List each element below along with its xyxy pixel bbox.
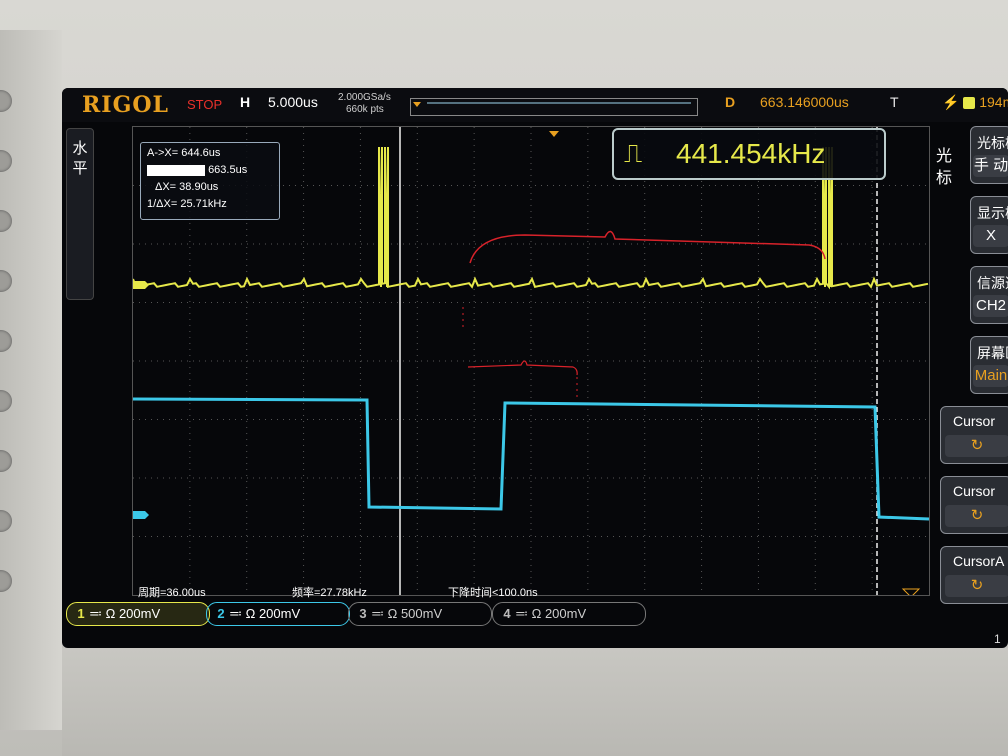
trigger-type-label: T bbox=[890, 94, 899, 110]
cursor-menu: 光标 光标模手 动显示模 X 信源选 CH2 屏幕区 Main Cursor ↻ Cursor ↻… bbox=[930, 126, 1008, 606]
cursor-bx-row: 663.5us bbox=[147, 164, 247, 176]
menu-item-value: CH2 bbox=[973, 295, 1008, 317]
menu-item-value: Main bbox=[973, 365, 1008, 387]
waveform-overview bbox=[410, 98, 698, 116]
sample-rate-value: 2.000GSa/s bbox=[338, 92, 391, 103]
channel-number: 3 bbox=[359, 606, 367, 621]
channel-setting: ≕ Ω 500mV bbox=[371, 606, 443, 621]
scope-screen: RIGOL STOP H 5.000us 2.000GSa/s 660k pts… bbox=[62, 88, 1008, 648]
frequency-counter[interactable]: ⎍ 441.454kHz bbox=[612, 128, 886, 180]
menu-item[interactable]: Cursor ↻ bbox=[940, 476, 1008, 534]
horizontal-tab[interactable]: 水平 bbox=[66, 128, 94, 300]
channel-2-trace bbox=[133, 397, 929, 521]
square-pulse-icon: ⎍ bbox=[624, 138, 643, 168]
bezel-bottom bbox=[62, 648, 1008, 756]
trigger-marker-icon bbox=[413, 102, 421, 107]
side-button[interactable] bbox=[0, 270, 12, 292]
menu-item-title: Cursor bbox=[953, 413, 996, 429]
horizontal-label: H bbox=[240, 94, 251, 110]
annotation-curve bbox=[469, 230, 826, 264]
menu-item[interactable]: 屏幕区 Main bbox=[970, 336, 1008, 394]
side-button[interactable] bbox=[0, 510, 12, 532]
menu-item-value: ↻ bbox=[945, 435, 1008, 457]
status-bar: RIGOL STOP H 5.000us 2.000GSa/s 660k pts… bbox=[62, 88, 1008, 122]
channel-setting: ≕ Ω 200mV bbox=[89, 606, 161, 621]
memory-depth: 660k pts bbox=[346, 104, 384, 115]
menu-item-value: ↻ bbox=[945, 505, 1008, 527]
channel-4-button[interactable]: 4 ≕ Ω 200mV bbox=[492, 602, 646, 626]
channel-setting: ≕ Ω 200mV bbox=[515, 606, 587, 621]
channel-1-badge-icon bbox=[963, 97, 976, 110]
channel-strip: 1 ≕ Ω 200mV 2 ≕ Ω 200mV 3 ≕ Ω 500mV 4 ≕ Ω 200mV bbox=[62, 600, 1008, 628]
cursor-readout-panel: A->X= 644.6us 663.5us ΔX= 38.90us 1/ΔX= … bbox=[140, 142, 280, 220]
menu-item[interactable]: 显示模 X bbox=[970, 196, 1008, 254]
menu-title: 光标 bbox=[936, 148, 953, 187]
trigger-delay-label: D bbox=[725, 94, 736, 110]
menu-item[interactable]: Cursor ↻ bbox=[940, 406, 1008, 464]
menu-item-title: 显示模 bbox=[977, 205, 1008, 221]
scroll-indicator-icon bbox=[901, 588, 921, 595]
channel-2-marker-icon bbox=[133, 511, 149, 519]
cursor-inv-delta: 1/ΔX= 25.71kHz bbox=[147, 198, 227, 210]
side-button[interactable] bbox=[0, 390, 12, 412]
frequency-measurement: 频率=27.78kHz bbox=[292, 587, 367, 599]
corner-number: 1 bbox=[994, 632, 1001, 646]
menu-item-value: 手 动 bbox=[973, 155, 1008, 177]
sample-rate: 2.000GSa/s 660k pts bbox=[338, 92, 391, 116]
trigger-level-value: 194m bbox=[979, 94, 1008, 110]
channel-number: 4 bbox=[503, 606, 511, 621]
channel-2-button[interactable]: 2 ≕ Ω 200mV bbox=[206, 602, 350, 626]
horizontal-tab-label: 水平 bbox=[72, 140, 88, 177]
side-button[interactable] bbox=[0, 210, 12, 232]
menu-item-title: 信源选 bbox=[977, 275, 1008, 291]
side-button[interactable] bbox=[0, 90, 12, 112]
trigger-delay[interactable]: 663.146000us bbox=[760, 94, 849, 110]
channel-3-button[interactable]: 3 ≕ Ω 500mV bbox=[348, 602, 492, 626]
annotation-curve bbox=[467, 360, 578, 376]
channel-1-marker-icon bbox=[133, 281, 149, 289]
fall-time-measurement: 下降时间<100.0ns bbox=[448, 587, 538, 599]
channel-number: 1 bbox=[77, 606, 85, 621]
trigger-level[interactable]: ⚡ 194m bbox=[942, 94, 1008, 111]
cursor-ax: A->X= 644.6us bbox=[147, 147, 221, 159]
menu-item-title: 光标模 bbox=[977, 135, 1008, 151]
menu-item-title: Cursor bbox=[953, 483, 996, 499]
side-button[interactable] bbox=[0, 330, 12, 352]
frequency-value: 441.454kHz bbox=[676, 138, 826, 169]
menu-item-value: X bbox=[973, 225, 1008, 247]
run-state[interactable]: STOP bbox=[187, 97, 222, 112]
menu-item[interactable]: CursorA ↻ bbox=[940, 546, 1008, 604]
menu-item[interactable]: 信源选 CH2 bbox=[970, 266, 1008, 324]
cursor-delta: ΔX= 38.90us bbox=[155, 181, 219, 193]
menu-item-title: 屏幕区 bbox=[977, 345, 1008, 361]
cursor-bx-label-mask bbox=[147, 164, 205, 176]
menu-item-title: CursorA bbox=[953, 553, 1005, 569]
bezel-left-panel bbox=[0, 30, 62, 730]
period-measurement: 周期=36.00us bbox=[138, 587, 206, 599]
side-button[interactable] bbox=[0, 570, 12, 592]
side-button[interactable] bbox=[0, 150, 12, 172]
menu-item-value: ↻ bbox=[945, 575, 1008, 597]
menu-item[interactable]: 光标模手 动 bbox=[970, 126, 1008, 184]
channel-setting: ≕ Ω 200mV bbox=[229, 606, 301, 621]
channel-number: 2 bbox=[217, 606, 225, 621]
side-button[interactable] bbox=[0, 450, 12, 472]
trigger-position-icon bbox=[549, 131, 559, 137]
cursor-bx: 663.5us bbox=[208, 164, 248, 176]
timebase[interactable]: 5.000us bbox=[268, 94, 318, 110]
brand-logo: RIGOL bbox=[82, 92, 169, 118]
channel-1-button[interactable]: 1 ≕ Ω 200mV bbox=[66, 602, 210, 626]
lightning-icon: ⚡ bbox=[942, 94, 960, 110]
